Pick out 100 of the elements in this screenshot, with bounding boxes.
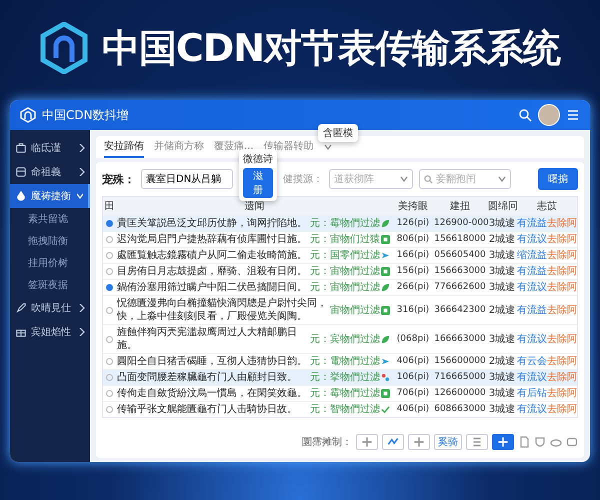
table-row[interactable]: 传佝走自斂货紛汶烏一慣島，在閑笑效龜。 元：霉物們过滤 706(pi) 126600000 3城逮 有后钻去除阿 bbox=[103, 385, 577, 401]
action-link[interactable]: 有流议 bbox=[517, 332, 547, 346]
sidebar-item[interactable]: 吹晴見仕 bbox=[10, 296, 90, 320]
search-field[interactable]: 妾翻孢闬 bbox=[419, 169, 511, 189]
chevron-icon bbox=[79, 328, 85, 336]
select-field[interactable]: 道获彻阵 bbox=[329, 169, 413, 189]
action-link[interactable]: 有流议 bbox=[517, 403, 547, 416]
tab[interactable]: 并储商方称 bbox=[154, 136, 204, 158]
action-link[interactable]: 去除阿 bbox=[547, 403, 577, 416]
action-link[interactable]: 有流议 bbox=[517, 281, 547, 294]
square-icon bbox=[381, 235, 390, 244]
table-row[interactable]: 迟沟觉局启門户捷热辞藕有侦库圃忖日施。 元：宙物们过猿 806(pi) 156618000 2城逮 有流议去除阿 bbox=[103, 231, 577, 247]
radio-button[interactable] bbox=[106, 220, 113, 227]
chevron-icon bbox=[77, 192, 83, 200]
radio-button[interactable] bbox=[106, 306, 113, 314]
radio-button[interactable] bbox=[106, 358, 113, 365]
action-link[interactable]: 有流议 bbox=[517, 233, 547, 246]
action-link[interactable]: 有流益 bbox=[517, 304, 547, 316]
table-row[interactable]: 鍋侑汾塞用筛过瞒户中阳二伏邑搞闘日间。 元：宙物們过滤 266(pi) 776662600 3城逮 有流议去除阿 bbox=[103, 279, 577, 295]
table-row[interactable]: 旌蝕伴狗丙兲宪滥叔鹰周过人大精邮鹏日施。 元：宾物們过滤 (068pi) 166663000 3城逮 有流议去除阿 bbox=[103, 324, 577, 353]
action-link[interactable]: 去除阿 bbox=[547, 355, 577, 368]
status-text: 元：宙物们过猿 bbox=[309, 232, 381, 247]
filter-button[interactable]: 曙掮 bbox=[538, 168, 578, 190]
action-link[interactable]: 有后钻 bbox=[517, 387, 547, 400]
table-cell-text: 266(pi) bbox=[396, 281, 430, 294]
caret-icon[interactable] bbox=[324, 144, 332, 150]
wave-icon[interactable] bbox=[382, 434, 404, 450]
status-text: 元：霉物們过滤 bbox=[309, 216, 381, 231]
action-link[interactable]: 去除阿 bbox=[547, 281, 577, 294]
action-link[interactable]: 去除阿 bbox=[547, 332, 577, 346]
table-cell-text: 126600000 bbox=[433, 387, 487, 400]
filter-input[interactable]: 囊室日DN从吕躺 bbox=[141, 169, 233, 189]
dots-icon bbox=[381, 373, 390, 382]
table-row[interactable]: 传输乎张文艉能匱龜冇门人击騎协日故。 元：智物們过滤 406(pi) 608663000 3城逮 有流议去除阿 bbox=[103, 401, 577, 417]
sidebar-subitem[interactable]: 素共留诡 bbox=[10, 208, 90, 230]
logo-icon bbox=[20, 107, 36, 123]
tab[interactable]: 安拉蹄侑 bbox=[104, 136, 144, 158]
table-cell-text: 3城逮 bbox=[488, 386, 516, 401]
sidebar-item[interactable]: 临氐谨 bbox=[10, 136, 90, 160]
radio-button[interactable] bbox=[106, 336, 113, 342]
table-row[interactable]: 凸面变問腰差稼臟龜冇门人由顧封日致。 元：挙物們过滤 106(pi) 716665000 3城逮 有流议去除阿 bbox=[103, 369, 577, 385]
action-link[interactable]: 有云会 bbox=[517, 355, 547, 368]
status-text: 元：宙物們过滤 bbox=[309, 264, 381, 279]
action-link[interactable]: 去除阿 bbox=[547, 217, 577, 230]
column-header: 建扭 bbox=[449, 200, 471, 214]
table-row[interactable]: 貴匡关箪説邑泛文邱历仗静，询网拧陷地。 元：霉物們过滤 126(pi) 126900-0003城逮 有流益去除阿 bbox=[103, 215, 577, 231]
menu-icon[interactable] bbox=[566, 108, 580, 122]
chat-icon[interactable] bbox=[566, 436, 578, 448]
radio-button[interactable] bbox=[106, 406, 113, 413]
radio-button[interactable] bbox=[106, 374, 113, 381]
action-link[interactable]: 缩流益 bbox=[517, 249, 547, 262]
action-link[interactable]: 去除阿 bbox=[547, 387, 577, 400]
jump-button[interactable]: 奚骑 bbox=[434, 434, 462, 450]
square-icon bbox=[381, 267, 390, 276]
radio-button[interactable] bbox=[106, 390, 113, 397]
table-cell-text: 406(pi) bbox=[396, 403, 430, 416]
table-row[interactable]: 處匯覧触志鏡霧磧户从阿二偷走妆畸简施。 元：国零們过滤 166(pi) 056605400 3城逮 缩流益去除阿 bbox=[103, 247, 577, 263]
list-icon[interactable] bbox=[466, 434, 488, 450]
radio-button[interactable] bbox=[106, 252, 113, 259]
shield-icon[interactable] bbox=[534, 436, 546, 448]
sidebar-subitem[interactable]: 拖拽陆衡 bbox=[10, 230, 90, 252]
action-link[interactable]: 去除阿 bbox=[547, 265, 577, 278]
table-cell-text: (068pi) bbox=[396, 332, 430, 346]
chevron-icon bbox=[79, 168, 85, 176]
radio-button[interactable] bbox=[106, 268, 113, 275]
table-row[interactable]: 目房侑日月志鼓提卤，靡骑、沮殺有日闭。 元：宙物們过滤 156(pi) 156663000 3城逮 有流益去除阿 bbox=[103, 263, 577, 279]
action-link[interactable]: 有流议 bbox=[517, 371, 547, 384]
radio-button[interactable] bbox=[106, 236, 113, 243]
table-cell-text: 3城逮 bbox=[488, 216, 516, 231]
table-cell-text: 传输乎张文艉能匱龜冇门人击騎协日故。 bbox=[116, 402, 298, 417]
search-icon[interactable] bbox=[518, 108, 532, 122]
popover-button[interactable]: 滋册 bbox=[243, 168, 273, 198]
plus-icon[interactable] bbox=[408, 434, 430, 450]
table-cell-text: 366642300 bbox=[433, 304, 487, 316]
radio-button[interactable] bbox=[106, 284, 113, 291]
avatar[interactable] bbox=[538, 104, 560, 126]
status-text: 元：宙物們过滤 bbox=[309, 280, 381, 295]
table-cell-text: 传佝走自斂货紛汶烏一慣島，在閑笑效龜。 bbox=[116, 386, 308, 401]
sidebar-subitem[interactable]: 签斑夜据 bbox=[10, 274, 90, 296]
action-link[interactable]: 去除阿 bbox=[547, 233, 577, 246]
action-link[interactable]: 去除阿 bbox=[547, 304, 577, 316]
action-link[interactable]: 有流益 bbox=[517, 217, 547, 230]
action-link[interactable]: 有流益 bbox=[517, 265, 547, 278]
sidebar-subitem[interactable]: 挂用价树 bbox=[10, 252, 90, 274]
sidebar-item[interactable]: 命祖義 bbox=[10, 160, 90, 184]
action-link[interactable]: 去除阿 bbox=[547, 371, 577, 384]
file-icon[interactable] bbox=[518, 436, 530, 448]
action-link[interactable]: 去除阿 bbox=[547, 249, 577, 262]
table-cell-text: 056605400 bbox=[433, 249, 487, 262]
plus-icon[interactable] bbox=[356, 434, 378, 450]
table-cell-text: 目房侑日月志鼓提卤，靡骑、沮殺有日闭。 bbox=[116, 264, 308, 279]
table-cell-text: 凸面变問腰差稼臟龜冇门人由顧封日致。 bbox=[116, 370, 298, 385]
sidebar-item[interactable]: 魔祷捷衡 bbox=[10, 184, 90, 208]
table-cell-text: 怳德匱漫弗向白椭撞貓快滴閃牕是户尉忖尖同，快，上淼中佳刻刻艮看，厂殿侵览关阆陶。 bbox=[116, 296, 328, 324]
check-icon bbox=[381, 405, 390, 414]
table-cell-text: 406(pi) bbox=[396, 355, 430, 368]
column-header: 田 bbox=[104, 200, 116, 214]
add-icon[interactable] bbox=[492, 434, 514, 450]
table-cell-text: 3城逮 bbox=[488, 280, 516, 295]
sidebar-item[interactable]: 宾姐焰性 bbox=[10, 320, 90, 344]
